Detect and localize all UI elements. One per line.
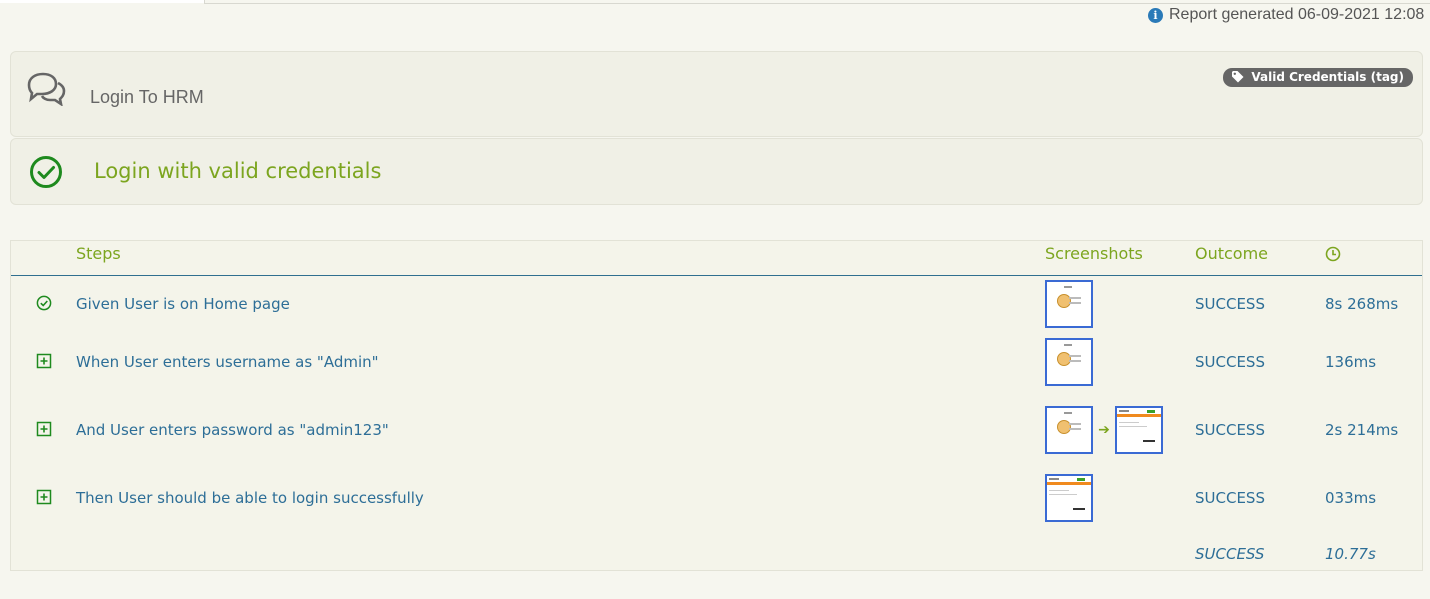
table-row: And User enters password as "admin123" ➔… xyxy=(11,405,1422,455)
step-duration: 033ms xyxy=(1325,489,1377,507)
step-outcome: SUCCESS xyxy=(1195,295,1265,313)
screenshot-thumbnail[interactable] xyxy=(1115,406,1163,454)
step-duration: 8s 268ms xyxy=(1325,295,1399,313)
tag-icon xyxy=(1232,71,1244,83)
step-duration: 136ms xyxy=(1325,353,1377,371)
screenshot-thumbnail[interactable] xyxy=(1045,474,1093,522)
total-duration: 10.77s xyxy=(1325,545,1376,563)
step-outcome: SUCCESS xyxy=(1195,489,1265,507)
total-row: SUCCESS 10.77s xyxy=(11,539,1422,569)
tag-label: Valid Credentials (tag) xyxy=(1251,70,1404,84)
screenshot-thumbnail[interactable] xyxy=(1045,406,1093,454)
step-screenshots xyxy=(1045,280,1093,328)
screenshot-thumbnail[interactable] xyxy=(1045,280,1093,328)
header-screenshots: Screenshots xyxy=(1045,244,1143,263)
check-circle-icon xyxy=(29,155,63,193)
header-steps: Steps xyxy=(76,244,121,263)
clock-icon xyxy=(1325,246,1341,266)
step-description[interactable]: Given User is on Home page xyxy=(76,295,290,313)
report-generated: i Report generated 06-09-2021 12:08 xyxy=(1148,6,1430,24)
step-screenshots xyxy=(1045,338,1093,386)
step-description[interactable]: Then User should be able to login succes… xyxy=(76,489,424,507)
expand-plus-icon[interactable] xyxy=(36,353,52,373)
steps-table: Steps Screenshots Outcome Given User is … xyxy=(10,240,1423,571)
feature-panel: Login To HRM Valid Credentials (tag) xyxy=(10,51,1423,137)
header-outcome: Outcome xyxy=(1195,244,1269,263)
scenario-panel: Login with valid credentials xyxy=(10,138,1423,205)
total-outcome: SUCCESS xyxy=(1195,545,1265,563)
report-generated-text: Report generated 06-09-2021 12:08 xyxy=(1169,6,1425,23)
info-icon: i xyxy=(1148,7,1163,23)
chat-bubbles-icon xyxy=(25,72,67,110)
step-outcome: SUCCESS xyxy=(1195,421,1265,439)
check-circle-icon xyxy=(36,295,52,315)
steps-table-header: Steps Screenshots Outcome xyxy=(11,241,1422,276)
expand-plus-icon[interactable] xyxy=(36,489,52,509)
table-row: Then User should be able to login succes… xyxy=(11,473,1422,523)
expand-plus-icon[interactable] xyxy=(36,421,52,441)
arrow-right-icon: ➔ xyxy=(1098,422,1110,438)
table-row: Given User is on Home page SUCCESS 8s 26… xyxy=(11,279,1422,329)
step-outcome: SUCCESS xyxy=(1195,353,1265,371)
step-screenshots xyxy=(1045,474,1093,522)
step-description[interactable]: When User enters username as "Admin" xyxy=(76,353,379,371)
step-screenshots: ➔ xyxy=(1045,406,1163,454)
step-description[interactable]: And User enters password as "admin123" xyxy=(76,421,389,439)
table-row: When User enters username as "Admin" SUC… xyxy=(11,337,1422,387)
step-duration: 2s 214ms xyxy=(1325,421,1399,439)
screenshot-thumbnail[interactable] xyxy=(1045,338,1093,386)
top-divider xyxy=(204,3,1430,4)
feature-title: Login To HRM xyxy=(90,87,204,107)
top-tab[interactable] xyxy=(0,0,205,3)
tag-badge[interactable]: Valid Credentials (tag) xyxy=(1223,68,1413,87)
scenario-title: Login with valid credentials xyxy=(94,159,382,183)
